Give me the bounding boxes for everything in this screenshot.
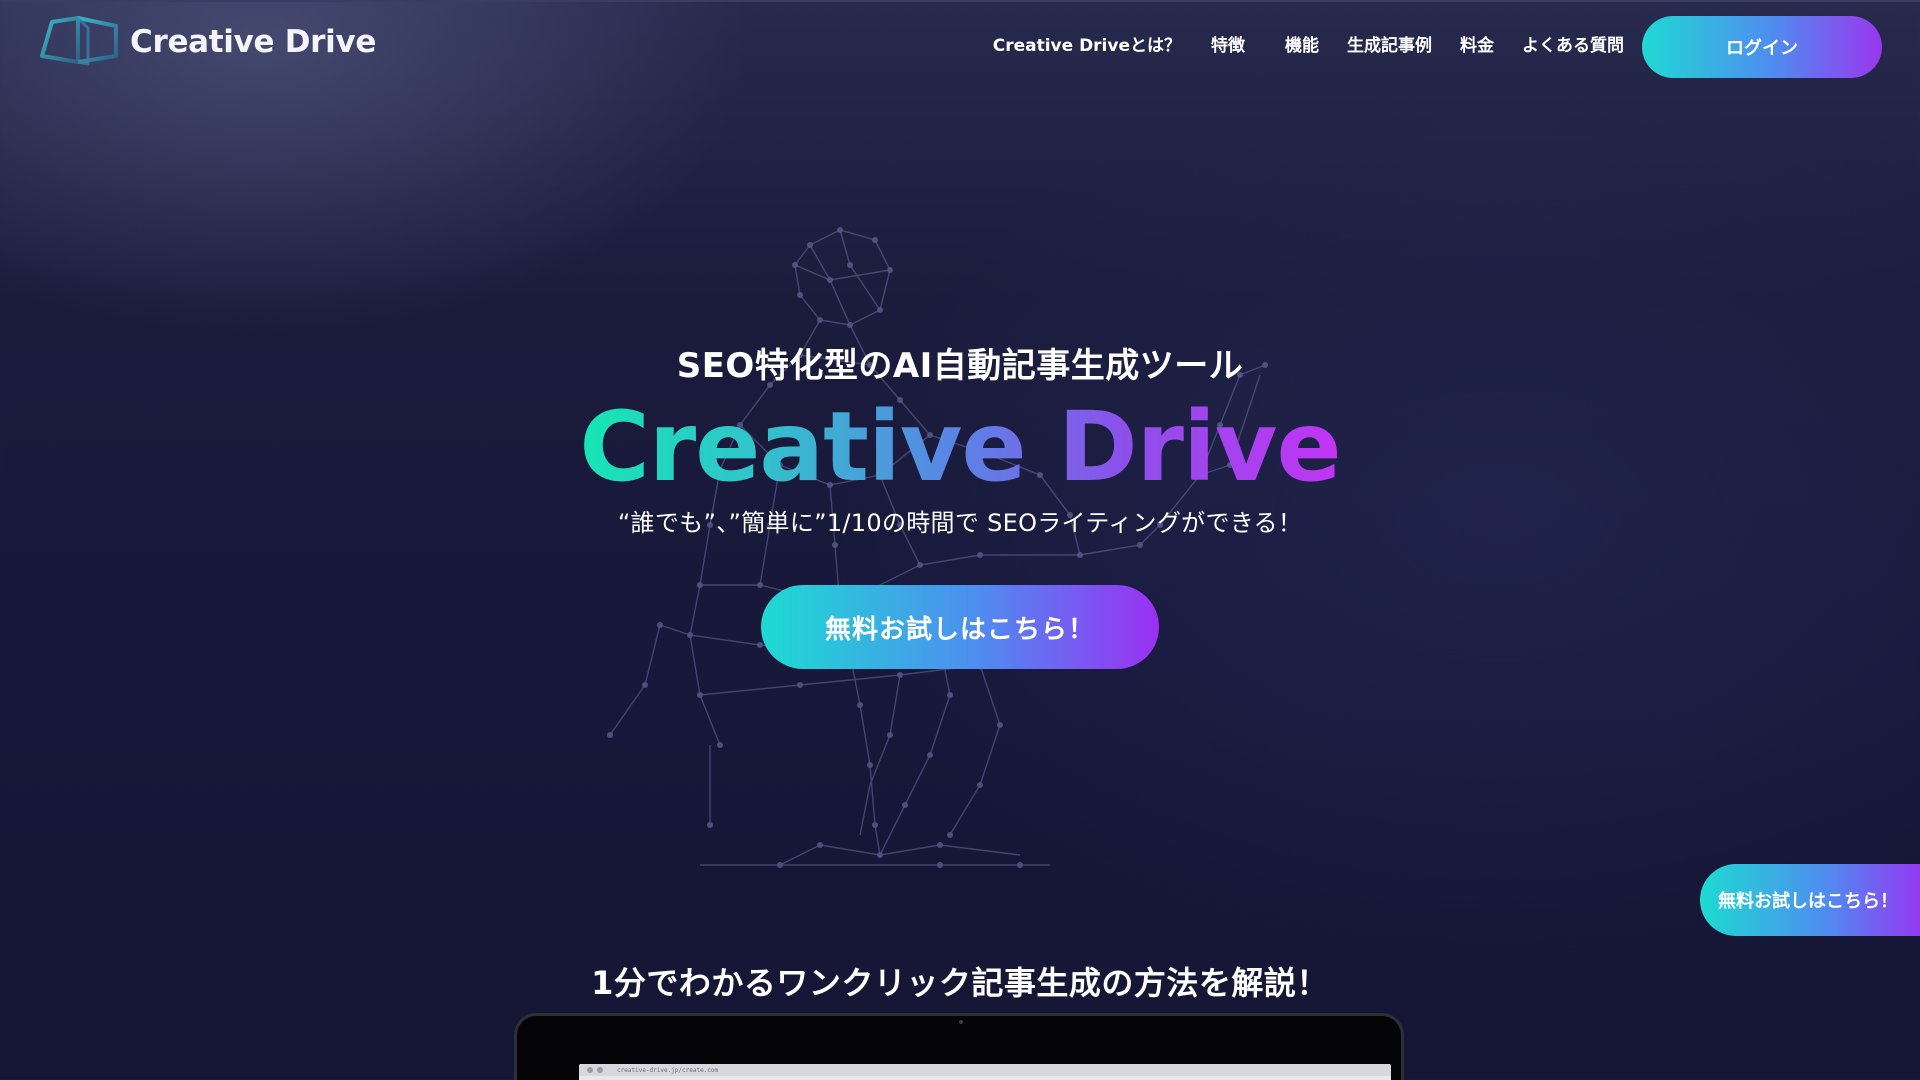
logo-text: Creative Drive (130, 24, 377, 60)
video-section-heading: 1分でわかるワンクリック記事生成の方法を解説！ (591, 964, 1329, 1002)
video-screen[interactable]: creative-drive.jp/create.com (579, 1064, 1391, 1080)
nav-item-pricing[interactable]: 料金 (1460, 30, 1494, 62)
network-robot-illustration (607, 227, 1268, 868)
hero-title: Creative Drive (0, 392, 1920, 502)
browser-bar: creative-drive.jp/create.com (579, 1064, 1391, 1076)
free-trial-button[interactable]: 無料お試しはこちら！ (761, 585, 1159, 669)
hero-tagline: “誰でも”、”簡単に”1/10の時間で SEOライティングができる！ (617, 509, 1303, 537)
browser-url: creative-drive.jp/create.com (617, 1066, 719, 1074)
browser-dot (597, 1067, 603, 1073)
main-nav: Creative Driveとは？ 特徴 機能 生成記事例 料金 よくある質問 (993, 30, 1624, 62)
logo[interactable]: Creative Drive (38, 14, 376, 70)
nav-item-examples[interactable]: 生成記事例 (1347, 30, 1432, 62)
floating-free-trial-button[interactable]: 無料お試しはこちら！ (1700, 864, 1920, 936)
login-button[interactable]: ログイン (1642, 16, 1882, 78)
site-header: Creative Drive Creative Driveとは？ 特徴 機能 生… (0, 0, 1920, 90)
nav-item-about[interactable]: Creative Driveとは？ (993, 30, 1181, 62)
nav-item-features[interactable]: 特徴 (1211, 30, 1245, 62)
browser-dot (587, 1067, 593, 1073)
nav-item-functions[interactable]: 機能 (1285, 30, 1319, 62)
cube-logo-icon (40, 16, 118, 66)
laptop-camera (959, 1020, 963, 1024)
laptop-video-frame[interactable]: creative-drive.jp/create.com (514, 1013, 1404, 1080)
hero-title-text: Creative Drive (579, 391, 1341, 503)
hero-subtitle: SEO特化型のAI自動記事生成ツール (676, 346, 1244, 386)
nav-item-faq[interactable]: よくある質問 (1522, 30, 1624, 62)
